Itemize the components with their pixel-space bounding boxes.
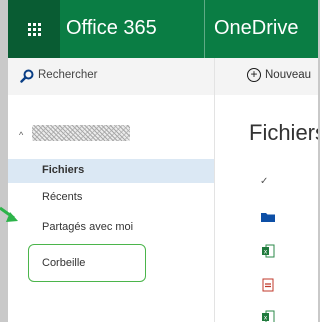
sidebar-item-recents[interactable]: Récents <box>8 186 214 210</box>
main-content: + Nouveau Fichiers ✓ x x <box>215 58 318 322</box>
plus-circle-icon: + <box>247 68 261 82</box>
sidebar-item-label: Récents <box>42 191 83 203</box>
search-label: Rechercher <box>38 69 98 81</box>
excel-file-icon[interactable]: x <box>261 244 275 258</box>
onedrive-app-name[interactable]: OneDrive <box>214 17 298 40</box>
select-all-checkmark-icon[interactable]: ✓ <box>260 176 268 187</box>
waffle-icon <box>28 23 41 36</box>
topbar-divider <box>204 0 205 58</box>
corbeille-highlight-box <box>28 244 146 282</box>
excel-file-icon[interactable]: x <box>261 310 275 322</box>
folder-icon[interactable] <box>261 210 275 224</box>
sidebar-item-fichiers[interactable]: Fichiers <box>8 159 214 183</box>
account-name-obscured <box>32 125 130 141</box>
app-launcher-button[interactable] <box>8 0 60 58</box>
sidebar-item-label: Fichiers <box>42 164 85 176</box>
pointer-arrow-icon <box>0 206 18 222</box>
search-button[interactable]: Rechercher <box>8 58 214 95</box>
pdf-file-icon[interactable] <box>261 278 275 292</box>
sidebar: Rechercher ^ Fichiers Récents Partagés a… <box>8 58 214 322</box>
page-title: Fichiers <box>249 120 318 145</box>
onedrive-window: Office 365 OneDrive Rechercher ^ Fichier… <box>8 0 318 322</box>
search-icon <box>20 69 34 83</box>
command-bar: + Nouveau <box>215 58 318 95</box>
sidebar-item-label: Partagés avec moi <box>42 221 134 233</box>
account-section-header[interactable]: ^ <box>8 122 214 146</box>
svg-text:x: x <box>264 315 268 322</box>
chevron-up-icon: ^ <box>19 130 24 140</box>
top-bar: Office 365 OneDrive <box>8 0 318 58</box>
office-365-brand[interactable]: Office 365 <box>66 17 157 40</box>
svg-text:x: x <box>264 249 268 256</box>
sidebar-item-partages[interactable]: Partagés avec moi <box>8 216 214 240</box>
new-button[interactable]: Nouveau <box>265 69 311 81</box>
